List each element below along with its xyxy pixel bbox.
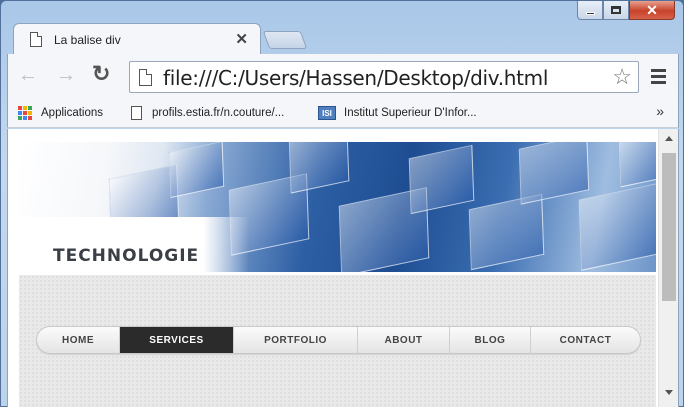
browser-toolbar: ← → ↻ file:///C:/Users/Hassen/Desktop/di…: [7, 54, 679, 98]
tab-title: La balise div: [54, 33, 121, 47]
apps-grid-dot: [18, 111, 22, 115]
bookmark-star-icon[interactable]: ☆: [612, 64, 632, 90]
bookmark-institut[interactable]: ISI Institut Superieur D'Infor...: [318, 106, 477, 120]
vertical-scrollbar[interactable]: [658, 129, 678, 407]
scroll-up-icon[interactable]: [665, 136, 673, 141]
tab-active[interactable]: La balise div ✕: [13, 23, 261, 55]
address-bar[interactable]: file:///C:/Users/Hassen/Desktop/div.html…: [129, 61, 639, 93]
nav-blog[interactable]: BLOG: [450, 327, 531, 353]
minimize-icon: [585, 11, 595, 15]
banner-title: TECHNOLOGIE: [53, 246, 200, 266]
page-icon: [30, 32, 42, 47]
minimize-button[interactable]: [577, 1, 603, 20]
apps-grid-icon: [18, 106, 32, 120]
nav-home[interactable]: HOME: [37, 327, 120, 353]
browser-window: ✕ La balise div ✕ ← → ↻ file:///C:/Users…: [0, 0, 684, 407]
maximize-button[interactable]: [603, 1, 629, 20]
banner-cube: [578, 183, 656, 271]
nav-portfolio[interactable]: PORTFOLIO: [234, 327, 358, 353]
apps-grid-dot: [28, 116, 32, 120]
banner-cube: [468, 193, 545, 271]
page-viewport: TECHNOLOGIE HOME SERVICES PORTFOLIO ABOU…: [7, 129, 679, 407]
bookmark-label: Institut Superieur D'Infor...: [344, 107, 477, 119]
banner-cube: [618, 142, 656, 188]
apps-grid-dot: [18, 116, 22, 120]
scrollbar-thumb[interactable]: [662, 153, 676, 301]
banner-image: TECHNOLOGIE: [19, 142, 656, 272]
nav-services[interactable]: SERVICES: [120, 327, 234, 353]
bookmark-label: profils.estia.fr/n.couture/...: [152, 107, 285, 119]
banner-cube: [408, 144, 475, 215]
new-tab-button[interactable]: [262, 31, 308, 49]
apps-grid-dot: [23, 106, 27, 110]
page-icon: [131, 106, 142, 120]
isi-logo-icon: ISI: [318, 106, 336, 120]
nav-contact[interactable]: CONTACT: [531, 327, 640, 353]
apps-grid-dot: [23, 111, 27, 115]
bookmark-applications[interactable]: Applications: [18, 106, 103, 120]
close-icon: ✕: [646, 1, 658, 18]
maximize-icon: [611, 6, 621, 14]
bookmarks-overflow-button[interactable]: »: [656, 103, 664, 119]
banner-cube: [518, 142, 590, 205]
apps-grid-dot: [23, 116, 27, 120]
tab-close-button[interactable]: ✕: [235, 30, 248, 48]
forward-button[interactable]: →: [56, 64, 76, 87]
apps-grid-dot: [18, 106, 22, 110]
nav-about[interactable]: ABOUT: [358, 327, 450, 353]
reload-button[interactable]: ↻: [92, 61, 110, 87]
menu-panel: HOME SERVICES PORTFOLIO ABOUT BLOG CONTA…: [19, 275, 656, 407]
menu-icon[interactable]: [651, 69, 666, 87]
bookmark-label: Applications: [41, 107, 104, 119]
window-controls: ✕: [577, 1, 675, 20]
banner-cube: [288, 142, 350, 194]
bookmarks-bar: Applications profils.estia.fr/n.couture/…: [7, 98, 679, 128]
page-icon: [139, 69, 152, 86]
apps-grid-dot: [28, 106, 32, 110]
close-window-button[interactable]: ✕: [629, 1, 675, 20]
site-nav: HOME SERVICES PORTFOLIO ABOUT BLOG CONTA…: [36, 326, 641, 354]
url-text[interactable]: file:///C:/Users/Hassen/Desktop/div.html: [163, 66, 548, 90]
banner-cube: [168, 142, 225, 199]
bookmark-profils[interactable]: profils.estia.fr/n.couture/...: [131, 106, 284, 120]
scroll-down-icon[interactable]: [665, 390, 673, 395]
apps-grid-dot: [28, 111, 32, 115]
back-button[interactable]: ←: [18, 64, 38, 87]
